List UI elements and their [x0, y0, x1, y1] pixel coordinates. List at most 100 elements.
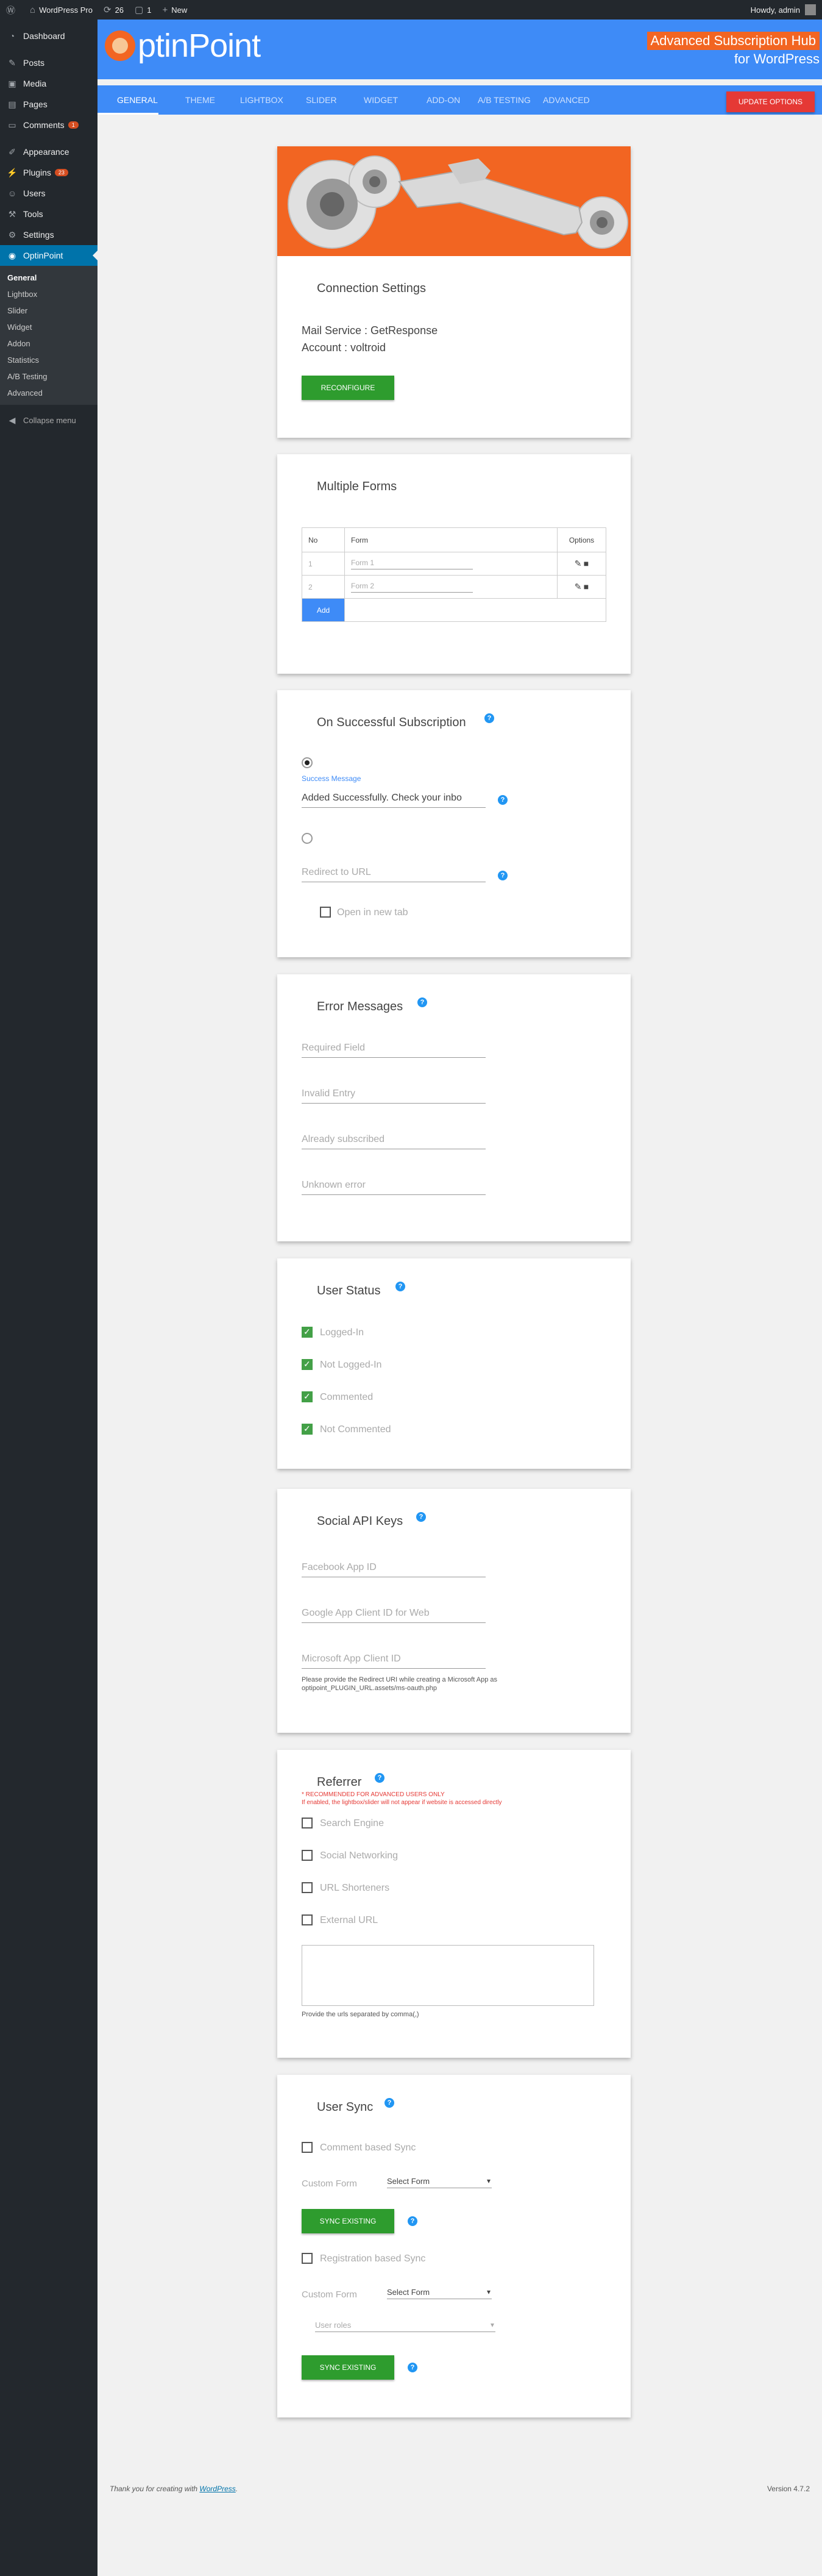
redirect-radio[interactable]	[302, 833, 313, 844]
sidebar-item-dashboard[interactable]: ◔ Dashboard	[0, 26, 97, 46]
wordpress-link[interactable]: WordPress	[199, 2485, 235, 2493]
sidebar-item-optinpoint[interactable]: ◉ OptinPoint	[0, 245, 97, 266]
tab-ab-testing[interactable]: A/B TESTING	[478, 85, 531, 115]
comment-sync-label: Comment based Sync	[320, 2143, 416, 2153]
required-field-input[interactable]: Required Field	[302, 1043, 486, 1058]
tab-widget[interactable]: WIDGET	[364, 85, 398, 115]
external-url-checkbox[interactable]	[302, 1914, 313, 1925]
users-icon: ☺	[7, 188, 17, 198]
tab-general[interactable]: GENERAL	[97, 85, 158, 115]
sidebar-item-tools[interactable]: ⚒ Tools	[0, 204, 97, 224]
submenu-item-advanced[interactable]: Advanced	[0, 385, 97, 401]
redirect-url-field[interactable]: Redirect to URL	[302, 867, 486, 882]
commented-label: Commented	[320, 1392, 374, 1402]
help-icon[interactable]: ?	[484, 713, 494, 723]
urls-textarea[interactable]	[302, 1945, 594, 2006]
wordpress-logo-icon[interactable]: Ⓦ	[6, 4, 19, 16]
options-cell: ✎ ■	[557, 575, 606, 599]
sync-existing-comments-button[interactable]: SYNC EXISTING	[302, 2209, 394, 2233]
optinpoint-icon: ◉	[8, 250, 16, 260]
form-name-cell: Form 1	[344, 552, 558, 576]
tagline-line-2: for WordPress	[734, 51, 820, 66]
comment-sync-checkbox[interactable]	[302, 2142, 313, 2153]
sync-existing-registrations-button[interactable]: SYNC EXISTING	[302, 2355, 394, 2380]
delete-icon[interactable]: ■	[584, 582, 589, 591]
delete-icon[interactable]: ■	[584, 558, 589, 568]
not-commented-checkbox[interactable]	[302, 1424, 313, 1435]
success-message-radio[interactable]	[302, 757, 313, 768]
sidebar-item-comments[interactable]: ▭ Comments 1	[0, 115, 97, 135]
sidebar-item-plugins[interactable]: ⚡ Plugins 23	[0, 162, 97, 183]
tab-add-on[interactable]: ADD-ON	[427, 85, 460, 115]
help-icon[interactable]: ?	[498, 795, 508, 805]
card-title: Error Messages	[317, 1000, 403, 1013]
invalid-entry-input[interactable]: Invalid Entry	[302, 1088, 486, 1104]
sidebar-item-settings[interactable]: ⚙ Settings	[0, 224, 97, 245]
submenu-item-ab-testing[interactable]: A/B Testing	[0, 368, 97, 385]
add-form-button[interactable]: Add	[302, 598, 345, 622]
new-content-link[interactable]: + New	[162, 5, 187, 15]
sidebar-item-posts[interactable]: ✎ Posts	[0, 52, 97, 73]
form-name-input[interactable]: Form 1	[351, 558, 473, 569]
not-logged-in-checkbox[interactable]	[302, 1359, 313, 1370]
sidebar-item-pages[interactable]: ▤ Pages	[0, 94, 97, 115]
sidebar-item-label: Users	[23, 188, 46, 198]
column-header-options: Options	[557, 527, 606, 552]
updates-link[interactable]: ⟳ 26	[104, 4, 124, 15]
collapse-menu-button[interactable]: ◀ Collapse menu	[0, 410, 97, 430]
sidebar-item-users[interactable]: ☺ Users	[0, 183, 97, 204]
unknown-error-input[interactable]: Unknown error	[302, 1180, 486, 1195]
edit-icon[interactable]: ✎	[575, 558, 582, 568]
url-shorteners-checkbox[interactable]	[302, 1882, 313, 1893]
sidebar-item-media[interactable]: ▣ Media	[0, 73, 97, 94]
help-icon[interactable]: ?	[375, 1773, 384, 1783]
reconfigure-button[interactable]: RECONFIGURE	[302, 376, 394, 400]
help-icon[interactable]: ?	[408, 2216, 417, 2226]
sidebar-item-appearance[interactable]: ✐ Appearance	[0, 141, 97, 162]
site-name-link[interactable]: ⌂ WordPress Pro	[30, 5, 93, 15]
comments-link[interactable]: ▢ 1	[135, 4, 151, 15]
logged-in-checkbox[interactable]	[302, 1327, 313, 1338]
help-icon[interactable]: ?	[384, 2098, 394, 2108]
edit-icon[interactable]: ✎	[575, 582, 582, 591]
tab-advanced[interactable]: ADVANCED	[543, 85, 590, 115]
custom-form-select[interactable]: Select Form	[387, 2177, 492, 2188]
help-icon[interactable]: ?	[408, 2363, 417, 2372]
search-engine-checkbox[interactable]	[302, 1818, 313, 1829]
update-options-button[interactable]: UPDATE OPTIONS	[726, 91, 815, 112]
tab-slider[interactable]: SLIDER	[306, 85, 337, 115]
submenu-item-statistics[interactable]: Statistics	[0, 352, 97, 368]
registration-form-select[interactable]: Select Form	[387, 2288, 492, 2299]
social-networking-checkbox[interactable]	[302, 1850, 313, 1861]
open-new-tab-checkbox[interactable]	[320, 907, 331, 918]
submenu-item-general[interactable]: General	[0, 269, 97, 286]
success-message-field[interactable]: Added Successfully. Check your inbo	[302, 793, 486, 808]
open-new-tab-label: Open in new tab	[337, 907, 408, 918]
help-icon[interactable]: ?	[395, 1282, 405, 1291]
tab-theme[interactable]: THEME	[185, 85, 215, 115]
commented-checkbox[interactable]	[302, 1391, 313, 1402]
form-name-input[interactable]: Form 2	[351, 582, 473, 593]
help-icon[interactable]: ?	[416, 1512, 426, 1522]
facebook-app-id-input[interactable]: Facebook App ID	[302, 1562, 486, 1577]
optinpoint-logo: ptinPoint	[105, 27, 261, 65]
forms-table: No Form Options 1 Form 1 ✎ ■ 2 Form 2 ✎ …	[302, 527, 606, 622]
submenu-item-slider[interactable]: Slider	[0, 302, 97, 319]
registration-sync-checkbox[interactable]	[302, 2253, 313, 2264]
already-subscribed-input[interactable]: Already subscribed	[302, 1134, 486, 1149]
custom-form-label: Custom Form	[302, 2289, 357, 2300]
user-roles-select[interactable]: User roles	[315, 2321, 495, 2332]
advanced-users-warning: * RECOMMENDED FOR ADVANCED USERS ONLY	[302, 1791, 445, 1798]
sidebar-item-label: OptinPoint	[23, 251, 63, 260]
help-icon[interactable]: ?	[498, 871, 508, 880]
submenu-item-addon[interactable]: Addon	[0, 335, 97, 352]
submenu-item-lightbox[interactable]: Lightbox	[0, 286, 97, 302]
google-client-id-input[interactable]: Google App Client ID for Web	[302, 1608, 486, 1623]
submenu-item-widget[interactable]: Widget	[0, 319, 97, 335]
microsoft-client-id-input[interactable]: Microsoft App Client ID	[302, 1654, 486, 1669]
table-add-row: Add	[302, 598, 606, 622]
refresh-icon: ⟳	[103, 5, 112, 15]
my-account-link[interactable]: Howdy, admin	[751, 4, 816, 15]
tab-lightbox[interactable]: LIGHTBOX	[240, 85, 283, 115]
help-icon[interactable]: ?	[417, 997, 427, 1007]
